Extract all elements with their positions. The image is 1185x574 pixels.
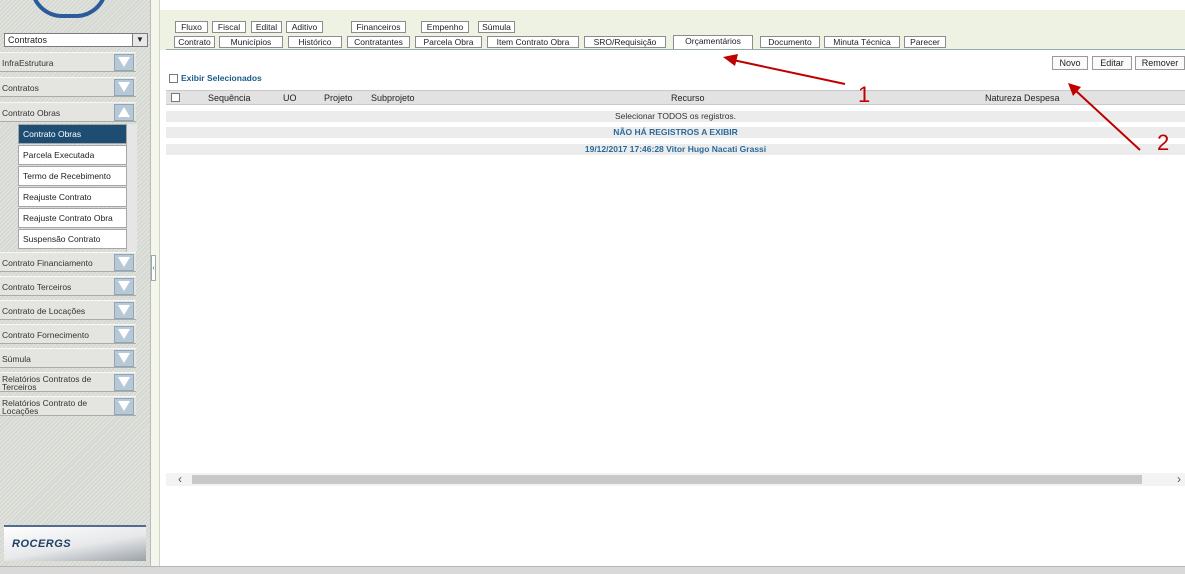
annotation-label-1: 1 <box>858 82 871 107</box>
annotation-label-2: 2 <box>1157 130 1170 155</box>
annotation-arrow-1 <box>732 59 846 85</box>
annotation-arrowhead-1 <box>723 54 738 66</box>
annotation-arrows <box>723 54 1141 151</box>
annotation-arrow-2 <box>1074 89 1141 151</box>
